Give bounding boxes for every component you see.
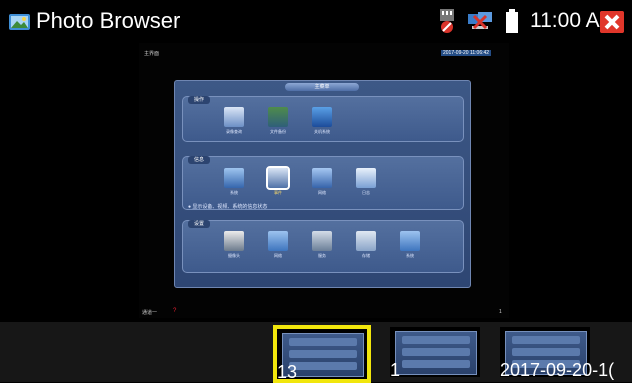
tool-file-backup: 文件备份 xyxy=(265,107,291,135)
section-label: 信息 xyxy=(188,156,211,164)
backup-icon xyxy=(268,107,288,127)
tool-storage: 存储 xyxy=(353,231,379,259)
app-title: Photo Browser xyxy=(36,8,181,33)
tool-camera: 摄像头 xyxy=(221,231,247,259)
photo-alert-label: ? xyxy=(173,308,177,314)
thumbnail-item[interactable]: 1 xyxy=(390,327,480,380)
thumbnail-label: 13 xyxy=(277,362,298,382)
thumbnail-label: 1 xyxy=(390,360,401,380)
tool-system: 系统 xyxy=(397,231,423,259)
section-label: 操作 xyxy=(188,96,211,104)
thumbnail-item[interactable]: 13 xyxy=(273,325,371,383)
photo-page-label: 1 xyxy=(499,309,502,315)
tool-network: 网络 xyxy=(265,231,291,259)
camera-icon xyxy=(224,231,244,251)
tool-event-info: 事件 xyxy=(265,166,291,196)
status-bar: Photo Browser 11:00 AM xyxy=(0,0,632,42)
network-warning-icon xyxy=(312,168,332,188)
sd-card-icon xyxy=(440,9,454,33)
tool-log-info: 日志 xyxy=(353,168,379,196)
tool-service: 服务 xyxy=(309,231,335,259)
photo-screen-title: 主界面 xyxy=(144,51,160,57)
network-settings-icon xyxy=(268,231,288,251)
event-icon xyxy=(266,166,290,190)
home-icon xyxy=(312,107,332,127)
thumbnail-label: 2017-09-20-1( xyxy=(500,360,615,380)
photo-timestamp: 2017-09-20 11:06:42 xyxy=(441,50,492,56)
photo-preview: 主界面 2017-09-20 11:06:42 主菜单 操作 录像查询 文件备份… xyxy=(139,43,509,318)
network-icon xyxy=(468,12,492,30)
photo-section-settings: 设置 摄像头 网络 服务 存储 系统 xyxy=(182,220,464,273)
photo-app-icon xyxy=(9,14,30,30)
thumbnail-strip[interactable]: 13 1 2017-09-20-1( xyxy=(0,322,632,383)
photo-panel-title: 主菜单 xyxy=(285,83,359,91)
monitor-icon xyxy=(224,168,244,188)
photo-section-info: 信息 系统 事件 网络 日志 ● 显示设备、视频、系统的信息状态 xyxy=(182,156,464,210)
film-search-icon xyxy=(224,107,244,127)
photo-section-operation: 操作 录像查询 文件备份 关机系统 xyxy=(182,96,464,142)
photo-menu-panel: 主菜单 操作 录像查询 文件备份 关机系统 信息 系统 事件 网络 日志 ● 显… xyxy=(174,80,471,288)
battery-icon xyxy=(506,9,518,33)
tool-network-info: 网络 xyxy=(309,168,335,196)
photo-viewer[interactable]: 主界面 2017-09-20 11:06:42 主菜单 操作 录像查询 文件备份… xyxy=(139,43,509,318)
service-icon xyxy=(312,231,332,251)
thumbnail-image xyxy=(395,331,477,375)
tool-system-info: 系统 xyxy=(221,168,247,196)
thumbnail-item[interactable]: 2017-09-20-1( xyxy=(500,327,614,380)
tool-shutdown: 关机系统 xyxy=(309,107,335,135)
log-icon xyxy=(356,168,376,188)
close-icon[interactable] xyxy=(600,11,624,33)
section-label: 设置 xyxy=(188,220,211,228)
system-settings-icon xyxy=(400,231,420,251)
info-note: ● 显示设备、视频、系统的信息状态 xyxy=(188,204,268,210)
tool-record-search: 录像查询 xyxy=(221,107,247,135)
photo-channel-label: 通道一 xyxy=(142,310,158,316)
storage-icon xyxy=(356,231,376,251)
